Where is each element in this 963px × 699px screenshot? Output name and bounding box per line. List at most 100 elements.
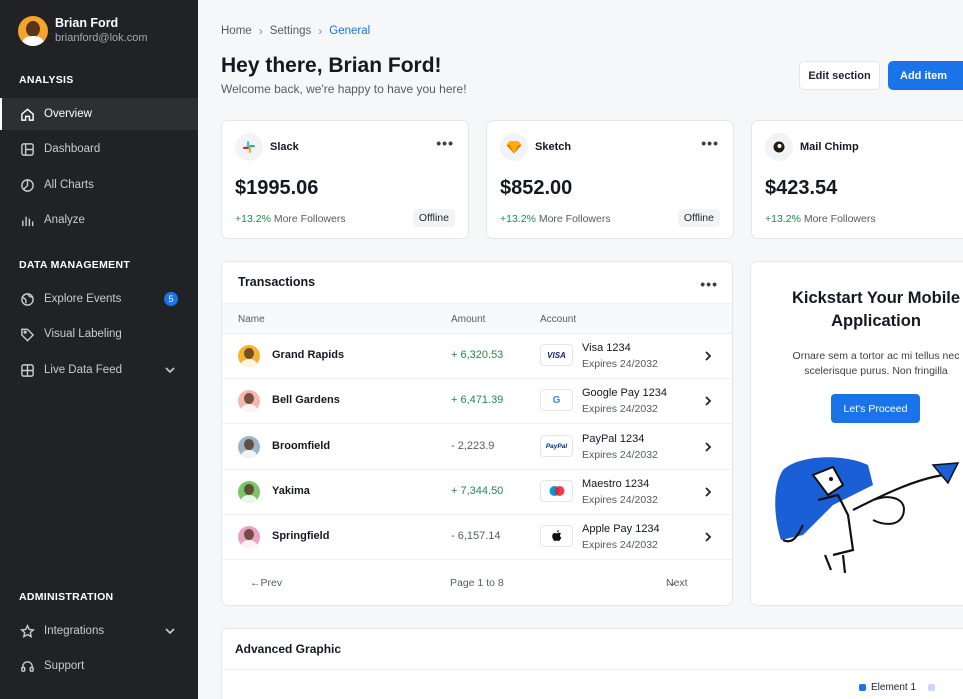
more-options-icon[interactable]: ••• — [700, 276, 718, 292]
apple-logo-icon — [540, 525, 573, 547]
stat-value: $852.00 — [500, 177, 573, 199]
row-name: Yakima — [272, 485, 310, 497]
table-header: Name Amount Account — [222, 303, 732, 334]
stat-change-text: More Followers — [803, 213, 876, 225]
page-subtitle: Welcome back, we're happy to have you he… — [221, 82, 467, 96]
stat-name: Mail Chimp — [800, 141, 859, 153]
sidebar-item-label: Visual Labeling — [44, 328, 122, 340]
avatar — [238, 345, 260, 367]
row-account: Visa 1234 — [582, 342, 631, 354]
row-expires: Expires 24/2032 — [582, 358, 658, 370]
transactions-title: Transactions — [238, 275, 316, 289]
stat-change-percent: +13.2% — [235, 213, 271, 225]
prev-button[interactable]: ← Prev — [250, 577, 282, 589]
breadcrumb-general[interactable]: General — [329, 25, 370, 37]
maestro-logo-icon — [540, 480, 573, 502]
sidebar-item-label: Analyze — [44, 214, 85, 226]
section-title-data-management: DATA MANAGEMENT — [19, 259, 131, 271]
table-row[interactable]: Yakima + 7,344.50 Maestro 1234 Expires 2… — [222, 470, 732, 515]
chevron-right-icon: › — [318, 24, 323, 38]
row-amount: + 6,320.53 — [451, 349, 504, 361]
table-row[interactable]: Broomfield - 2,223.9 PayPal PayPal 1234 … — [222, 425, 732, 470]
prev-label: Prev — [260, 577, 283, 589]
sidebar-item-all-charts[interactable]: All Charts — [0, 169, 198, 201]
row-amount: + 6,471.39 — [451, 394, 504, 406]
divider — [222, 669, 963, 670]
row-expires: Expires 24/2032 — [582, 403, 658, 415]
sidebar-item-label: Explore Events — [44, 293, 122, 305]
breadcrumb-settings[interactable]: Settings — [270, 25, 312, 37]
headset-icon — [19, 658, 35, 674]
advanced-graphic-title: Advanced Graphic — [235, 642, 342, 656]
sidebar-item-integrations[interactable]: Integrations — [0, 615, 198, 647]
table-row[interactable]: Springfield - 6,157.14 Apple Pay 1234 Ex… — [222, 515, 732, 560]
stat-change-percent: +13.2% — [500, 213, 536, 225]
sidebar-item-label: Integrations — [44, 625, 105, 637]
row-expires: Expires 24/2032 — [582, 449, 658, 461]
legend-swatch — [928, 684, 936, 691]
sidebar-item-visual-labeling[interactable]: Visual Labeling — [0, 318, 198, 350]
chevron-right-icon[interactable] — [702, 394, 714, 406]
more-options-icon[interactable]: ••• — [436, 135, 454, 151]
next-button[interactable]: Next → — [666, 577, 688, 589]
page-indicator: Page 1 to 8 — [450, 577, 504, 589]
next-label: Next — [666, 577, 688, 589]
table-row[interactable]: Bell Gardens + 6,471.39 G Google Pay 123… — [222, 379, 732, 424]
legend-swatch — [859, 684, 866, 691]
chevron-right-icon[interactable] — [702, 440, 714, 452]
chevron-down-icon[interactable] — [164, 364, 176, 376]
row-amount: - 2,223.9 — [451, 440, 495, 452]
sidebar-item-explore-events[interactable]: Explore Events 5 — [0, 283, 198, 315]
sidebar-item-support[interactable]: Support — [0, 650, 198, 682]
stat-value: $1995.06 — [235, 177, 319, 199]
breadcrumb-home[interactable]: Home — [221, 25, 252, 37]
row-amount: - 6,157.14 — [451, 530, 501, 542]
section-title-administration: ADMINISTRATION — [19, 591, 114, 603]
row-amount: + 7,344.50 — [451, 485, 504, 497]
add-item-button[interactable]: Add item — [888, 61, 963, 90]
sidebar-item-label: Support — [44, 660, 85, 672]
home-icon — [19, 106, 35, 122]
visa-logo-icon: VISA — [540, 344, 573, 366]
user-profile[interactable]: Brian Ford brianford@lok.com — [18, 16, 147, 46]
chevron-right-icon[interactable] — [702, 485, 714, 497]
chevron-right-icon[interactable] — [702, 349, 714, 361]
sidebar-item-label: Dashboard — [44, 143, 101, 155]
sidebar-item-label: Live Data Feed — [44, 364, 122, 376]
mailchimp-logo-icon — [765, 133, 793, 161]
column-header-name: Name — [238, 314, 265, 325]
avatar — [238, 436, 260, 458]
chevron-down-icon[interactable] — [164, 625, 176, 637]
pie-chart-icon — [19, 177, 35, 193]
slack-logo-icon — [235, 133, 263, 161]
sidebar-item-analyze[interactable]: Analyze — [0, 204, 198, 236]
edit-section-button[interactable]: Edit section — [799, 61, 880, 90]
avatar — [238, 390, 260, 412]
more-options-icon[interactable]: ••• — [701, 135, 719, 151]
row-expires: Expires 24/2032 — [582, 494, 658, 506]
chevron-right-icon[interactable] — [702, 530, 714, 542]
grid-icon — [19, 362, 35, 378]
promo-title: Kickstart Your Mobile Application — [751, 287, 963, 333]
sidebar-item-overview[interactable]: Overview — [0, 98, 198, 130]
bar-chart-icon — [19, 212, 35, 228]
globe-icon — [19, 291, 35, 307]
breadcrumb: Home › Settings › General — [221, 24, 370, 38]
sidebar: Brian Ford brianford@lok.com ANALYSIS Ov… — [0, 0, 198, 699]
stat-card-mailchimp: Mail Chimp $423.54 +13.2% More Followers — [751, 120, 963, 239]
stat-card-slack: Slack ••• $1995.06 +13.2% More Followers… — [221, 120, 469, 239]
paypal-logo-icon: PayPal — [540, 435, 573, 457]
sidebar-item-dashboard[interactable]: Dashboard — [0, 133, 198, 165]
promo-card: Kickstart Your Mobile Application Ornare… — [750, 261, 963, 606]
promo-title-line2: Application — [831, 312, 921, 330]
sidebar-item-live-data-feed[interactable]: Live Data Feed — [0, 354, 198, 386]
sidebar-item-label: All Charts — [44, 179, 94, 191]
promo-text-line2: scelerisque purus. Non fringilla — [804, 365, 948, 377]
lets-proceed-button[interactable]: Let's Proceed — [831, 394, 920, 423]
stat-value: $423.54 — [765, 177, 838, 199]
chevron-right-icon: › — [258, 24, 263, 38]
column-header-amount: Amount — [451, 314, 486, 325]
row-account: Maestro 1234 — [582, 478, 650, 490]
sketch-logo-icon — [500, 133, 528, 161]
table-row[interactable]: Grand Rapids + 6,320.53 VISA Visa 1234 E… — [222, 334, 732, 379]
